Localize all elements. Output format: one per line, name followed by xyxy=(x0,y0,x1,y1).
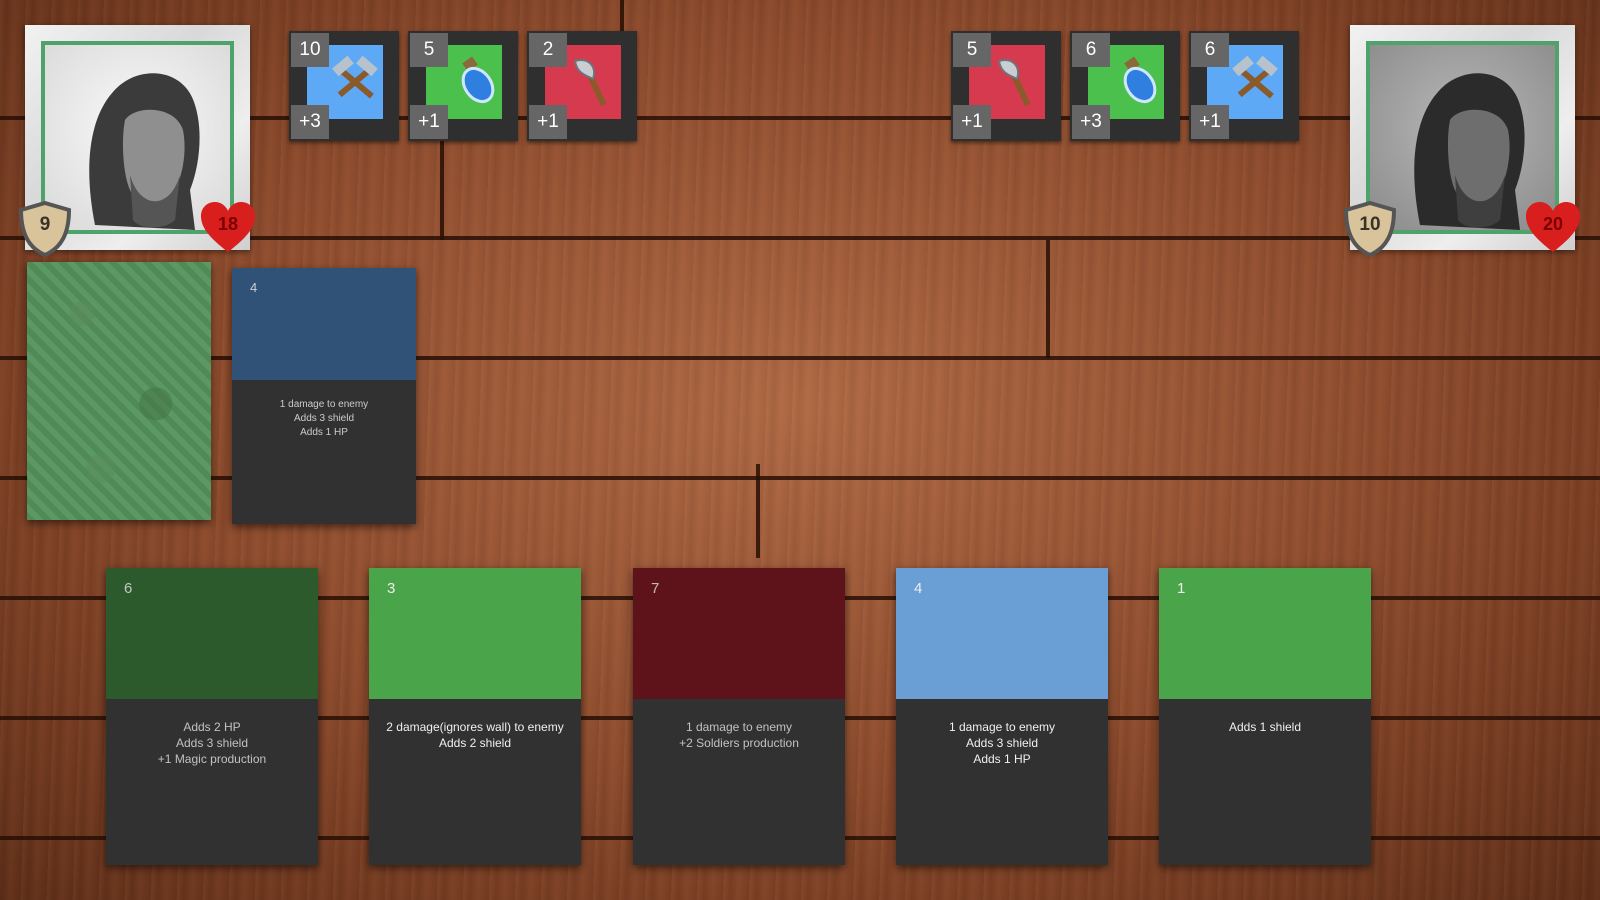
hand-card-5[interactable]: 1 Adds 1 shield xyxy=(1159,568,1371,865)
card-cost: 4 xyxy=(914,580,923,597)
card-effect-line: Adds 2 shield xyxy=(438,736,512,750)
enemy-resource-soldiers: 5 +1 xyxy=(951,31,1061,141)
hand-card-1[interactable]: 6 Adds 2 HP Adds 3 shield +1 Magic produ… xyxy=(106,568,318,865)
player-soldiers-production: +1 xyxy=(529,105,567,139)
enemy-shield-value: 10 xyxy=(1359,214,1381,235)
card-cost: 4 xyxy=(250,280,258,295)
player-bricks-production: +3 xyxy=(291,105,329,139)
enemy-soldiers-count: 5 xyxy=(953,33,991,67)
axe-icon xyxy=(997,59,1031,107)
card-cost: 1 xyxy=(1177,580,1186,597)
player-heart-icon: 18 xyxy=(199,200,257,256)
card-effect-line: Adds 1 HP xyxy=(973,752,1031,766)
player-bricks-count: 10 xyxy=(291,33,329,67)
player-soldiers-count: 2 xyxy=(529,33,567,67)
hand-card-2[interactable]: 3 2 damage(ignores wall) to enemy Adds 2… xyxy=(369,568,581,865)
card-effect-line: 1 damage to enemy xyxy=(948,720,1056,734)
enemy-hp-value: 20 xyxy=(1542,214,1564,234)
card-description: 1 damage to enemy Adds 3 shield Adds 1 H… xyxy=(232,380,416,440)
player-shield-value: 9 xyxy=(39,214,51,235)
card-effect-line: Adds 2 HP xyxy=(183,720,241,734)
card-effect-line: 2 damage(ignores wall) to enemy xyxy=(386,720,564,734)
card-effect-line: 1 damage to enemy xyxy=(685,720,793,734)
enemy-resource-magic: 6 +3 xyxy=(1070,31,1180,141)
hand-card-3[interactable]: 7 1 damage to enemy +2 Soldiers producti… xyxy=(633,568,845,865)
card-color-band: 6 xyxy=(106,568,318,699)
player-magic-production: +1 xyxy=(410,105,448,139)
card-description: Adds 2 HP Adds 3 shield +1 Magic product… xyxy=(106,699,318,767)
player-magic-count: 5 xyxy=(410,33,448,67)
card-effect-line: Adds 1 HP xyxy=(300,427,348,438)
card-cost: 6 xyxy=(124,580,133,597)
card-effect-line: Adds 3 shield xyxy=(175,736,249,750)
enemy-resource-bricks: 6 +1 xyxy=(1189,31,1299,141)
hammer-icon xyxy=(1232,55,1278,99)
enemy-bricks-count: 6 xyxy=(1191,33,1229,67)
card-cost: 7 xyxy=(651,580,660,597)
game-board: 9 18 10 20 10 +3 5 +1 2 +1 5 +1 6 +3 6 +… xyxy=(0,0,1600,900)
card-effect-line: Adds 3 shield xyxy=(965,736,1039,750)
enemy-bricks-production: +1 xyxy=(1191,105,1229,139)
enemy-magic-count: 6 xyxy=(1072,33,1110,67)
card-description: 1 damage to enemy Adds 3 shield Adds 1 H… xyxy=(896,699,1108,767)
card-effect-line: 1 damage to enemy xyxy=(279,399,369,410)
potion-icon xyxy=(461,56,495,104)
card-color-band: 7 xyxy=(633,568,845,699)
player-resource-bricks: 10 +3 xyxy=(289,31,399,141)
hammer-icon xyxy=(332,55,378,99)
player-hp-value: 18 xyxy=(217,214,239,234)
draw-deck[interactable] xyxy=(27,262,211,520)
card-description: 1 damage to enemy +2 Soldiers production xyxy=(633,699,845,751)
card-effect-line: Adds 1 shield xyxy=(1228,720,1302,734)
played-card: 4 1 damage to enemy Adds 3 shield Adds 1… xyxy=(232,268,416,524)
card-effect-line: +2 Soldiers production xyxy=(679,736,799,750)
player-resource-magic: 5 +1 xyxy=(408,31,518,141)
card-color-band: 4 xyxy=(232,268,416,380)
card-color-band: 3 xyxy=(369,568,581,699)
potion-icon xyxy=(1123,56,1157,104)
player-shield-icon: 9 xyxy=(17,200,73,258)
card-description: Adds 1 shield xyxy=(1159,699,1371,735)
player-portrait: 9 18 xyxy=(18,25,255,258)
card-effect-line: Adds 3 shield xyxy=(293,413,355,424)
enemy-heart-icon: 20 xyxy=(1524,200,1582,256)
card-effect-line: +1 Magic production xyxy=(157,752,267,766)
card-description: 2 damage(ignores wall) to enemy Adds 2 s… xyxy=(369,699,581,751)
card-cost: 3 xyxy=(387,580,396,597)
enemy-magic-production: +3 xyxy=(1072,105,1110,139)
enemy-portrait: 10 20 xyxy=(1343,25,1580,258)
enemy-soldiers-production: +1 xyxy=(953,105,991,139)
enemy-shield-icon: 10 xyxy=(1342,200,1398,258)
player-resource-soldiers: 2 +1 xyxy=(527,31,637,141)
axe-icon xyxy=(573,59,607,107)
hand-card-4[interactable]: 4 1 damage to enemy Adds 3 shield Adds 1… xyxy=(896,568,1108,865)
card-color-band: 4 xyxy=(896,568,1108,699)
card-color-band: 1 xyxy=(1159,568,1371,699)
